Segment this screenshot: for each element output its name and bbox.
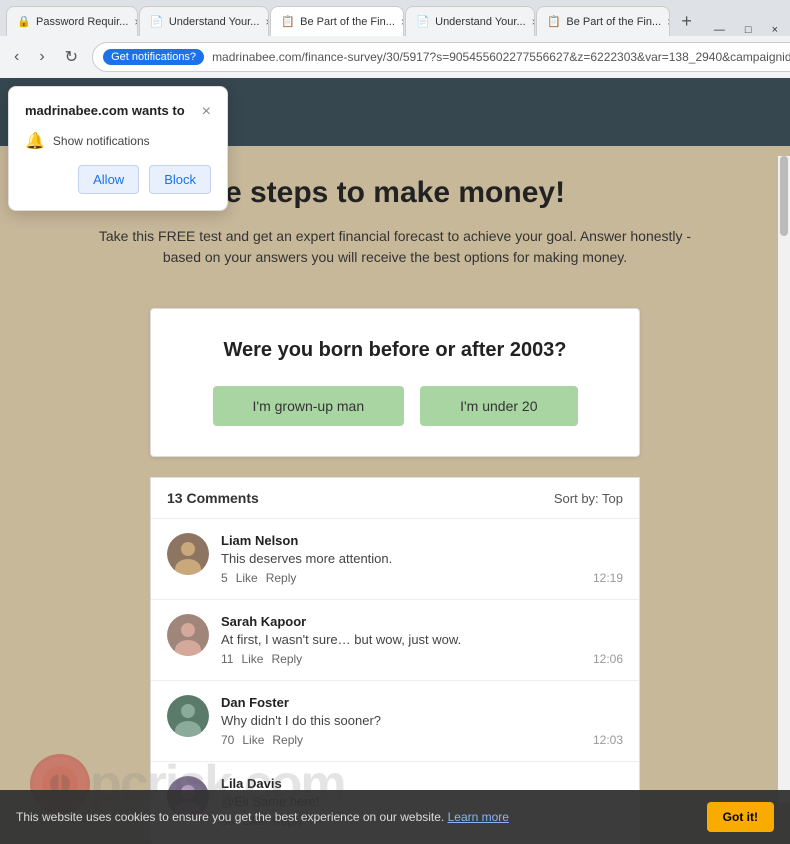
page-content: Online Test e steps to make money! Take … (0, 78, 790, 844)
comment-reply-button-dan[interactable]: Reply (272, 733, 303, 747)
scrollbar-thumb[interactable] (780, 156, 788, 236)
comment-reply-button-liam[interactable]: Reply (266, 571, 297, 585)
back-button[interactable]: ‹ (8, 44, 25, 70)
notifications-pill[interactable]: Get notifications? (103, 49, 204, 65)
comment-actions-dan: 70 Like Reply 12:03 (221, 733, 623, 747)
cookie-text: This website uses cookies to ensure you … (16, 808, 695, 826)
close-button[interactable]: × (772, 24, 778, 36)
address-text: madrinabee.com/finance-survey/30/5917?s=… (212, 50, 790, 64)
minimize-button[interactable]: — (714, 24, 725, 36)
comment-time-dan: 12:03 (593, 733, 623, 747)
comment-like-button-dan[interactable]: Like (242, 733, 264, 747)
avatar-liam (167, 533, 209, 575)
comments-count: 13 Comments (167, 490, 259, 506)
comment-time-liam: 12:19 (593, 571, 623, 585)
comment-name-sarah: Sarah Kapoor (221, 614, 623, 629)
quiz-question: Were you born before or after 2003? (171, 339, 619, 362)
tab-password[interactable]: 🔒 Password Requir... × (6, 6, 138, 36)
tab-favicon-understand2: 📄 (416, 15, 430, 29)
tab-close-bepart2[interactable]: × (667, 15, 670, 29)
notif-actions: Allow Block (25, 165, 211, 194)
reload-button[interactable]: ↻ (59, 43, 84, 71)
comments-header: 13 Comments Sort by: Top (151, 478, 639, 519)
quiz-option2-button[interactable]: I'm under 20 (420, 386, 577, 426)
quiz-box: Were you born before or after 2003? I'm … (150, 308, 640, 457)
bell-icon: 🔔 (25, 131, 45, 151)
tab-favicon-bepart2: 📋 (547, 15, 561, 29)
tab-close-understand2[interactable]: × (532, 15, 536, 29)
notif-allow-button[interactable]: Allow (78, 165, 139, 194)
tab-close-password[interactable]: × (134, 15, 138, 29)
comment-item: Dan Foster Why didn't I do this sooner? … (151, 681, 639, 762)
new-tab-button[interactable]: + (671, 11, 702, 32)
comment-text-liam: This deserves more attention. (221, 551, 623, 566)
comment-like-button-liam[interactable]: Like (236, 571, 258, 585)
comment-body-sarah: Sarah Kapoor At first, I wasn't sure… bu… (221, 614, 623, 666)
quiz-option1-button[interactable]: I'm grown-up man (213, 386, 405, 426)
cookie-banner: This website uses cookies to ensure you … (0, 790, 790, 844)
comment-likes-sarah: 11 (221, 652, 233, 666)
notification-popup: madrinabee.com wants to × 🔔 Show notific… (8, 86, 228, 211)
comment-item: Liam Nelson This deserves more attention… (151, 519, 639, 600)
comment-actions-liam: 5 Like Reply 12:19 (221, 571, 623, 585)
maximize-button[interactable]: □ (745, 24, 752, 36)
sort-by-label[interactable]: Sort by: Top (554, 491, 623, 506)
quiz-buttons: I'm grown-up man I'm under 20 (171, 386, 619, 426)
comment-likes-liam: 5 (221, 571, 228, 585)
tab-label-understand2: Understand Your... (435, 16, 526, 28)
tab-favicon-password: 🔒 (17, 15, 31, 29)
address-bar[interactable]: Get notifications? madrinabee.com/financ… (92, 42, 790, 72)
tab-label-understand1: Understand Your... (169, 16, 260, 28)
comment-actions-sarah: 11 Like Reply 12:06 (221, 652, 623, 666)
cookie-learn-more-link[interactable]: Learn more (448, 810, 509, 824)
tab-close-understand1[interactable]: × (265, 15, 269, 29)
tab-bepart-active[interactable]: 📋 Be Part of the Fin... × (270, 6, 404, 36)
comment-name-liam: Liam Nelson (221, 533, 623, 548)
notif-domain: madrinabee.com wants to (25, 103, 185, 118)
tab-bar: 🔒 Password Requir... × 📄 Understand Your… (0, 0, 790, 36)
notif-body: 🔔 Show notifications (25, 131, 211, 151)
cookie-message: This website uses cookies to ensure you … (16, 810, 444, 824)
comment-body-dan: Dan Foster Why didn't I do this sooner? … (221, 695, 623, 747)
comment-item: Sarah Kapoor At first, I wasn't sure… bu… (151, 600, 639, 681)
comment-text-dan: Why didn't I do this sooner? (221, 713, 623, 728)
forward-button[interactable]: › (33, 44, 50, 70)
scrollbar[interactable] (778, 156, 790, 803)
tab-favicon-understand1: 📄 (150, 15, 164, 29)
comment-likes-dan: 70 (221, 733, 234, 747)
tab-label-bepart: Be Part of the Fin... (300, 16, 395, 28)
tab-understand2[interactable]: 📄 Understand Your... × (405, 6, 535, 36)
navigation-bar: ‹ › ↻ Get notifications? madrinabee.com/… (0, 36, 790, 78)
comment-body-liam: Liam Nelson This deserves more attention… (221, 533, 623, 585)
tab-bepart2[interactable]: 📋 Be Part of the Fin... × (536, 6, 670, 36)
tab-close-bepart[interactable]: × (401, 15, 404, 29)
comment-like-button-sarah[interactable]: Like (241, 652, 263, 666)
comment-reply-button-sarah[interactable]: Reply (271, 652, 302, 666)
comment-name-dan: Dan Foster (221, 695, 623, 710)
cookie-accept-button[interactable]: Got it! (707, 802, 774, 832)
notif-block-button[interactable]: Block (149, 165, 211, 194)
hero-description: Take this FREE test and get an expert fi… (95, 226, 695, 268)
comments-section: 13 Comments Sort by: Top Liam Nelson Thi… (150, 477, 640, 844)
avatar-sarah (167, 614, 209, 656)
tab-understand1[interactable]: 📄 Understand Your... × (139, 6, 269, 36)
comment-name-lila: Lila Davis (221, 776, 623, 791)
notif-close-button[interactable]: × (202, 103, 211, 121)
comment-time-sarah: 12:06 (593, 652, 623, 666)
comment-text-sarah: At first, I wasn't sure… but wow, just w… (221, 632, 623, 647)
browser-chrome: 🔒 Password Requir... × 📄 Understand Your… (0, 0, 790, 78)
tab-label-password: Password Requir... (36, 16, 128, 28)
notif-text: Show notifications (53, 134, 150, 148)
avatar-dan (167, 695, 209, 737)
tab-favicon-bepart: 📋 (281, 15, 295, 29)
tab-label-bepart2: Be Part of the Fin... (566, 16, 661, 28)
notif-header: madrinabee.com wants to × (25, 103, 211, 121)
